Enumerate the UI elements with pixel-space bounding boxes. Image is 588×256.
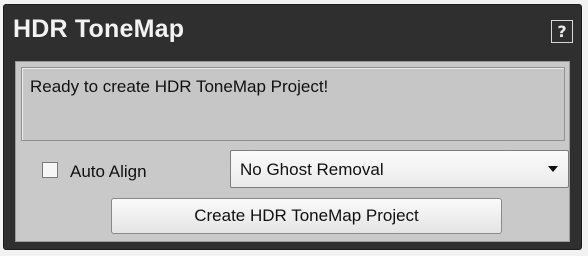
hdr-tonemap-panel: HDR ToneMap ? Ready to create HDR ToneMa… [3, 4, 582, 250]
create-project-button[interactable]: Create HDR ToneMap Project [111, 198, 502, 234]
panel-content: Ready to create HDR ToneMap Project! Aut… [15, 61, 570, 242]
panel-title-bar: HDR ToneMap ? [4, 5, 581, 61]
chevron-down-icon [548, 166, 558, 172]
ghost-removal-dropdown[interactable]: No Ghost Removal [230, 150, 569, 188]
panel-title: HDR ToneMap [13, 15, 185, 43]
auto-align-label[interactable]: Auto Align [70, 162, 147, 182]
ghost-removal-value: No Ghost Removal [240, 160, 384, 179]
help-icon: ? [557, 22, 567, 41]
help-button[interactable]: ? [551, 20, 573, 43]
status-message: Ready to create HDR ToneMap Project! [30, 77, 329, 96]
auto-align-checkbox[interactable] [42, 162, 58, 178]
status-box: Ready to create HDR ToneMap Project! [21, 67, 565, 141]
